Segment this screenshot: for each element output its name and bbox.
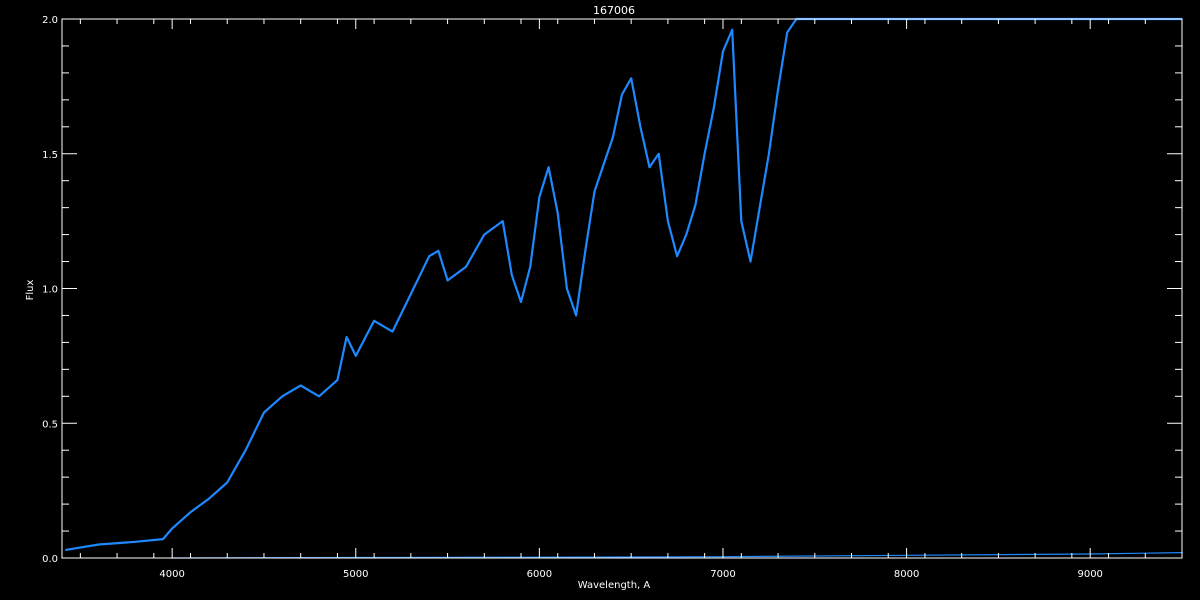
series-0-point [318, 395, 320, 398]
series-0-point [511, 274, 513, 276]
series-0-point [520, 301, 522, 303]
series-0-point [612, 136, 614, 139]
y-axis-title: Flux [25, 280, 36, 301]
series-0-point [428, 255, 431, 257]
series-0-point [189, 511, 192, 513]
y-tick-label: 0.5 [42, 419, 58, 430]
series-0-point [777, 88, 779, 90]
series-0-point [749, 260, 752, 263]
series-0-point [630, 77, 632, 80]
x-tick-label: 9000 [1077, 569, 1102, 580]
series-0-point [731, 29, 733, 31]
x-tick-label: 6000 [527, 569, 552, 580]
series-0-point [208, 497, 210, 500]
series-0-point [722, 50, 724, 53]
x-tick-label: 7000 [710, 569, 735, 580]
series-0-point [584, 250, 587, 252]
x-tick-label: 5000 [343, 569, 368, 580]
y-tick-label: 1.5 [42, 150, 58, 161]
series-0-point [410, 293, 412, 295]
series-0-point [740, 220, 743, 222]
series-0-point [97, 543, 100, 546]
series-0-point [758, 206, 761, 209]
spectrum-chart: 167006 4000 5000 6000 7000 8000 9000 0.0 0.5 1.0… [0, 0, 1200, 600]
series-0-point [556, 212, 559, 214]
series-0-point [437, 250, 440, 252]
series-0-point [593, 190, 596, 193]
series-0-point [657, 153, 660, 155]
series-0-point [575, 314, 577, 317]
series-0-point [529, 266, 531, 268]
x-tick-label: 8000 [894, 569, 919, 580]
series-0-point [391, 330, 394, 333]
y-tick-label: 2.0 [42, 15, 58, 26]
series-0-point [483, 233, 486, 236]
y-tick-label: 0.0 [42, 554, 58, 565]
series-0-point [639, 126, 642, 128]
series-0-point [547, 166, 550, 168]
series-0-point [685, 233, 688, 236]
series-0-point [64, 549, 67, 551]
chart-background [0, 0, 1200, 600]
series-0-point [281, 395, 284, 398]
series-0-point [171, 527, 173, 530]
series-0-point [676, 255, 678, 257]
series-0-point [299, 384, 302, 387]
series-0-point [768, 153, 770, 155]
series-0-point [501, 220, 504, 222]
series-0-point [345, 336, 348, 338]
series-0-point [446, 279, 449, 282]
series-0-point [566, 287, 568, 290]
series-0-point [648, 166, 651, 168]
series-0-point [465, 266, 467, 268]
series-0-point [226, 481, 228, 484]
series-0-point [355, 355, 357, 357]
series-0-point [621, 93, 623, 96]
series-0-point [244, 449, 247, 452]
series-0-point [786, 31, 788, 34]
series-0-point [694, 204, 697, 206]
series-0-point [263, 411, 265, 414]
x-axis-title: Wavelength, A [578, 580, 651, 591]
series-0-point [336, 379, 339, 381]
x-tick-label: 4000 [159, 569, 184, 580]
series-0-point [134, 541, 137, 543]
series-0-point [373, 320, 375, 322]
series-0-point [162, 538, 164, 540]
series-0-point [538, 196, 541, 198]
series-0-point [667, 220, 669, 222]
series-0-point [703, 153, 706, 155]
chart-title: 167006 [593, 4, 635, 17]
y-tick-label: 1.0 [42, 285, 58, 296]
series-0-point [713, 107, 715, 109]
series-0-point [602, 163, 605, 166]
